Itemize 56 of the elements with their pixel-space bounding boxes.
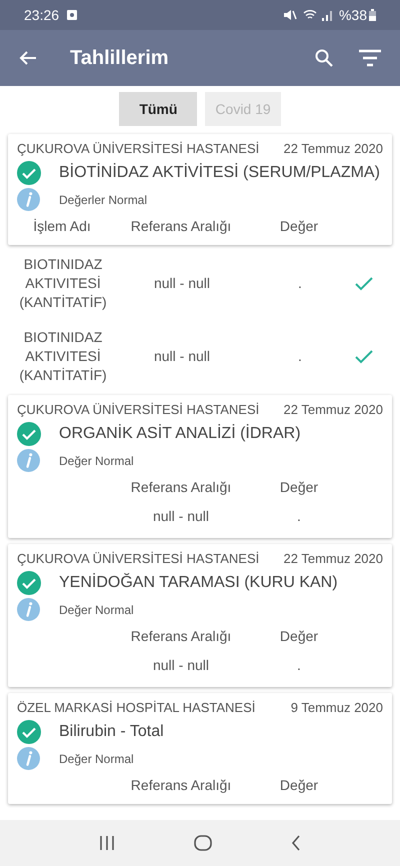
- column-header: Değer: [278, 478, 320, 497]
- screen-title: Tahlillerim: [70, 46, 170, 71]
- filter-tab[interactable]: Tümü: [119, 92, 198, 126]
- result-date: 9 Temmuz 2020: [290, 699, 383, 718]
- search-button[interactable]: [314, 48, 334, 68]
- reference-range: null - null: [152, 274, 212, 293]
- result-note: Değerler Normal: [59, 192, 148, 208]
- recent-apps-icon[interactable]: [99, 835, 116, 851]
- filter-button[interactable]: [358, 48, 382, 68]
- battery-icon: [369, 9, 376, 21]
- mute-icon: [282, 9, 297, 21]
- info-icon: [17, 598, 40, 621]
- result-date: 22 Temmuz 2020: [284, 140, 383, 158]
- hospital-name: ÖZEL MARKASİ HOSPİTAL HASTANESİ: [17, 699, 256, 718]
- info-icon: [17, 449, 40, 472]
- test-title: Bilirubin - Total: [59, 722, 164, 742]
- result-note: Değer Normal: [59, 750, 134, 768]
- test-name: BIOTINIDAZ AKTIVITESİ (KANTİTATİF): [18, 328, 108, 385]
- column-header: Referans Aralığı: [130, 478, 232, 497]
- wifi-icon: [302, 9, 317, 21]
- column-header: Değer: [278, 776, 320, 795]
- result-date: 22 Temmuz 2020: [284, 401, 383, 420]
- filter-icon: [358, 49, 382, 67]
- hospital-name: ÇUKUROVA ÜNİVERSİTESİ HASTANESİ: [17, 140, 260, 158]
- column-header: İşlem Adı: [32, 216, 92, 236]
- column-header: Değer: [278, 626, 320, 646]
- reference-range: null - null: [152, 656, 210, 674]
- back-nav-icon[interactable]: [290, 835, 301, 851]
- column-header: Referans Aralığı: [130, 216, 232, 236]
- hospital-name: ÇUKUROVA ÜNİVERSİTESİ HASTANESİ: [17, 401, 260, 420]
- test-title: BİOTİNİDAZ AKTİVİTESİ (SERUM/PLAZMA): [59, 162, 380, 183]
- test-value: .: [297, 347, 303, 366]
- info-icon: [17, 747, 40, 770]
- result-note: Değer Normal: [59, 452, 134, 470]
- column-header: Değer: [278, 216, 320, 236]
- test-name: BIOTINIDAZ AKTIVITESİ (KANTİTATİF): [18, 255, 108, 312]
- reference-range: null - null: [152, 347, 212, 366]
- info-icon: [17, 188, 40, 211]
- home-icon[interactable]: [194, 835, 212, 851]
- test-value: .: [297, 274, 303, 293]
- signal-icon: [320, 9, 333, 21]
- reference-range: null - null: [152, 506, 210, 526]
- result-date: 22 Temmuz 2020: [284, 550, 383, 568]
- test-title: YENİDOĞAN TARAMASI (KURU KAN): [59, 572, 338, 593]
- test-value: .: [296, 506, 302, 526]
- notification-icon: [67, 10, 78, 20]
- test-value: .: [296, 656, 302, 674]
- battery-level: %38: [338, 6, 367, 24]
- search-icon: [315, 49, 333, 67]
- back-icon: [19, 50, 37, 66]
- column-header: Referans Aralığı: [130, 776, 232, 795]
- status-time: 23:26: [24, 6, 60, 24]
- hospital-name: ÇUKUROVA ÜNİVERSİTESİ HASTANESİ: [17, 550, 260, 568]
- test-title: ORGANİK ASİT ANALİZİ (İDRAR): [59, 423, 301, 444]
- result-note: Değer Normal: [59, 602, 134, 618]
- column-header: Referans Aralığı: [130, 626, 232, 646]
